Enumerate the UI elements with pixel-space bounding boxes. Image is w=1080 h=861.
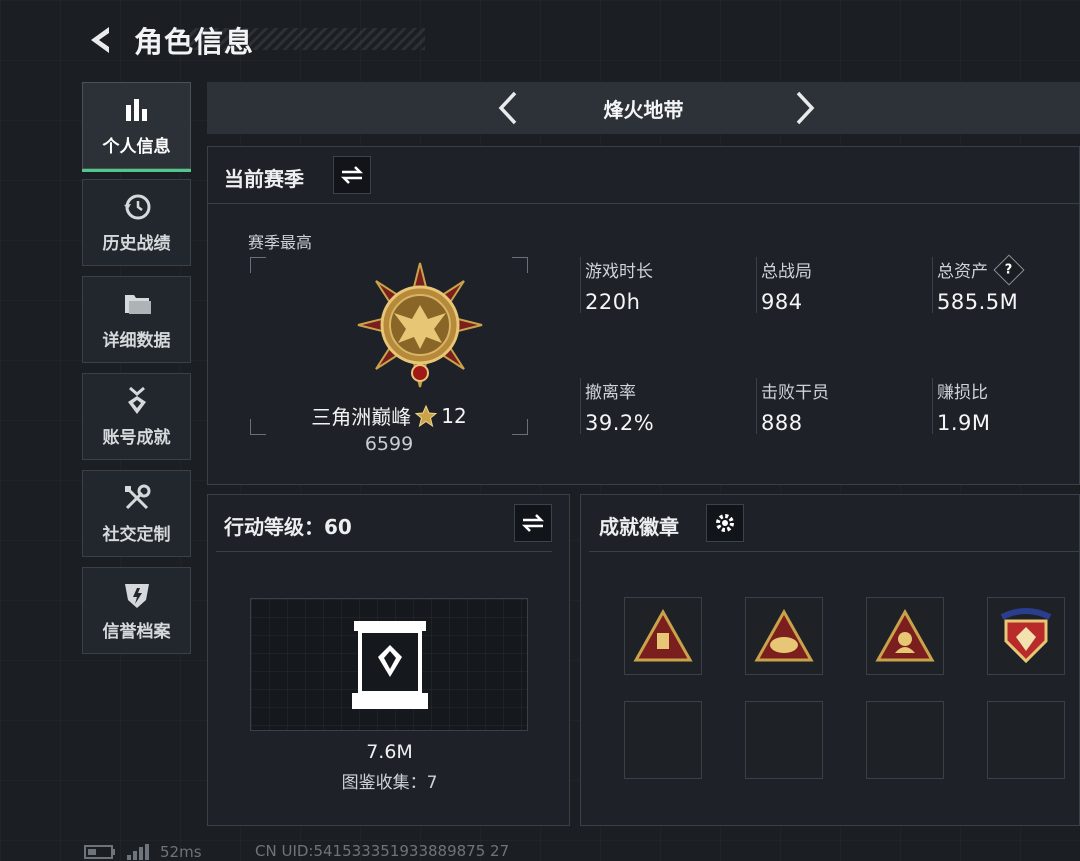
badge-slot-empty[interactable] bbox=[624, 701, 702, 779]
display-case-icon bbox=[352, 621, 428, 709]
stat-label: 击败干员 bbox=[761, 383, 829, 403]
action-level-title: 行动等级：60 bbox=[224, 515, 352, 539]
next-mode-button[interactable] bbox=[787, 90, 823, 126]
stat-value: 585.5M bbox=[937, 290, 1019, 314]
achievement-badges-panel: 成就徽章 bbox=[580, 494, 1080, 826]
gear-icon bbox=[716, 514, 734, 532]
bar-chart-icon bbox=[121, 94, 153, 126]
sidebar-item-label: 社交定制 bbox=[102, 525, 171, 545]
stat-label: 赚损比 bbox=[937, 383, 988, 403]
status-bar: 52ms bbox=[84, 842, 202, 861]
action-level-panel: 行动等级：60 7.6M 图鉴收集：7 bbox=[207, 494, 570, 826]
switch-season-button[interactable] bbox=[333, 156, 371, 194]
divider bbox=[589, 551, 1080, 552]
stat-operators-defeated: 击败干员 888 bbox=[756, 378, 829, 435]
help-glyph: ? bbox=[1005, 261, 1013, 277]
mode-selector: 烽火地带 bbox=[207, 82, 1080, 134]
sidebar-item-details[interactable]: 详细数据 bbox=[82, 276, 191, 363]
sidebar-item-history[interactable]: 历史战绩 bbox=[82, 179, 191, 266]
sidebar-item-label: 账号成就 bbox=[102, 428, 171, 448]
chevron-left-icon bbox=[498, 91, 517, 125]
history-icon bbox=[121, 191, 153, 223]
stat-value: 39.2% bbox=[585, 411, 655, 435]
tools-icon bbox=[121, 482, 153, 514]
stat-label: 撤离率 bbox=[585, 383, 636, 403]
back-arrow-icon bbox=[91, 27, 109, 53]
prev-mode-button[interactable] bbox=[490, 90, 526, 126]
battery-icon bbox=[84, 844, 115, 859]
title-decoration bbox=[190, 28, 425, 50]
sidebar-item-label: 详细数据 bbox=[102, 331, 171, 351]
chevron-right-icon bbox=[796, 91, 815, 125]
stat-value: 1.9M bbox=[937, 411, 991, 435]
sidebar-item-label: 信誉档案 bbox=[102, 622, 171, 642]
star-icon bbox=[415, 404, 438, 427]
stat-label: 总资产 bbox=[937, 262, 988, 282]
switch-level-button[interactable] bbox=[514, 504, 552, 542]
badge-slot[interactable] bbox=[624, 597, 702, 675]
user-uid: CN UID:541533351933889875 27 bbox=[255, 842, 510, 860]
sidebar-item-label: 个人信息 bbox=[102, 137, 171, 157]
badge-settings-button[interactable] bbox=[706, 504, 744, 542]
sidebar-item-reputation[interactable]: 信誉档案 bbox=[82, 567, 191, 654]
sidebar-item-achievements[interactable]: 账号成就 bbox=[82, 373, 191, 460]
season-best-label: 赛季最高 bbox=[248, 233, 313, 252]
stat-label: 总战局 bbox=[761, 262, 812, 282]
badge-slot[interactable] bbox=[866, 597, 944, 675]
help-icon[interactable]: ? bbox=[993, 253, 1025, 286]
stat-value: 984 bbox=[761, 290, 803, 314]
rank-name-row: 三角洲巅峰 12 bbox=[250, 401, 528, 430]
shield-badge-icon bbox=[1000, 608, 1052, 664]
stat-value: 888 bbox=[761, 411, 803, 435]
divider bbox=[208, 203, 1080, 204]
rank-name: 三角洲巅峰 bbox=[311, 405, 412, 429]
season-panel: 当前赛季 赛季最高 三角洲巅峰 12 6599 游戏时长 220h 总战局 98 bbox=[207, 146, 1080, 485]
shield-icon bbox=[121, 579, 153, 611]
back-button[interactable] bbox=[80, 20, 120, 60]
rank-frame: 三角洲巅峰 12 bbox=[250, 257, 528, 435]
stat-play-time: 游戏时长 220h bbox=[580, 257, 653, 314]
stat-profit-loss-ratio: 赚损比 1.9M bbox=[932, 378, 991, 435]
badges-title: 成就徽章 bbox=[599, 515, 679, 539]
rank-score: 6599 bbox=[364, 433, 414, 455]
rank-medal-icon bbox=[357, 262, 483, 388]
stat-value: 220h bbox=[585, 290, 641, 314]
badge-slot[interactable] bbox=[745, 597, 823, 675]
divider bbox=[216, 551, 552, 552]
stat-label-row: 总资产 ? bbox=[937, 253, 1025, 286]
medal-icon bbox=[121, 385, 153, 417]
badge-slot-empty[interactable] bbox=[866, 701, 944, 779]
collection-count: 图鉴收集：7 bbox=[341, 773, 438, 793]
badge-slot-empty[interactable] bbox=[987, 701, 1065, 779]
stat-total-assets: 总资产 ? 585.5M bbox=[932, 253, 1025, 314]
sidebar: 个人信息 历史战绩 详细数据 账号成就 社交定制 信誉档案 bbox=[82, 82, 192, 664]
rank-stars: 12 bbox=[441, 403, 467, 428]
swap-icon bbox=[340, 166, 364, 184]
stat-label: 游戏时长 bbox=[585, 262, 653, 282]
folder-icon bbox=[121, 288, 153, 320]
stat-total-matches: 总战局 984 bbox=[756, 257, 812, 314]
collection-display[interactable] bbox=[250, 598, 528, 731]
triangle-badge-icon bbox=[875, 609, 935, 662]
sidebar-item-social[interactable]: 社交定制 bbox=[82, 470, 191, 557]
triangle-badge-icon bbox=[633, 609, 693, 662]
swap-icon bbox=[521, 514, 545, 532]
signal-icon bbox=[127, 843, 149, 860]
badge-slot-empty[interactable] bbox=[745, 701, 823, 779]
collection-value: 7.6M bbox=[366, 741, 413, 763]
ping-value: 52ms bbox=[160, 842, 202, 861]
sidebar-item-label: 历史战绩 bbox=[102, 234, 171, 254]
season-title: 当前赛季 bbox=[224, 167, 304, 191]
badge-slot[interactable] bbox=[987, 597, 1065, 675]
mode-title: 烽火地带 bbox=[603, 97, 684, 122]
sidebar-item-personal-info[interactable]: 个人信息 bbox=[82, 82, 191, 172]
triangle-badge-icon bbox=[754, 609, 814, 662]
stat-extraction-rate: 撤离率 39.2% bbox=[580, 378, 655, 435]
